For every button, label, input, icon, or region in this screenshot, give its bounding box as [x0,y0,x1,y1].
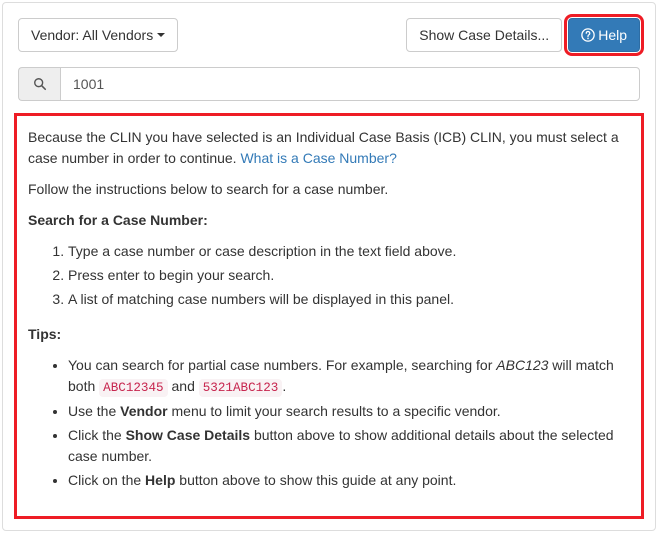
help-panel: Because the CLIN you have selected is an… [18,117,640,515]
main-panel: Vendor: All Vendors Show Case Details...… [2,2,656,531]
search-heading: Search for a Case Number: [28,212,208,228]
tips-list: You can search for partial case numbers.… [28,355,630,491]
vendor-dropdown-label: Vendor: All Vendors [31,25,153,45]
tip-text: . [282,378,286,394]
question-circle-icon [581,28,595,42]
list-item: A list of matching case numbers will be … [68,289,630,310]
tip-strong: Help [145,472,175,488]
what-is-case-number-link[interactable]: What is a Case Number? [240,150,396,166]
tip-strong: Show Case Details [126,427,251,443]
list-item: You can search for partial case numbers.… [68,355,630,398]
list-item: Click on the Help button above to show t… [68,470,630,491]
tip-code: ABC12345 [99,379,167,397]
tip-text: button above to show this guide at any p… [175,472,456,488]
search-input[interactable] [60,67,640,101]
toolbar-right: Show Case Details... Help [406,18,640,52]
tip-strong: Vendor [120,403,167,419]
intro-paragraph: Because the CLIN you have selected is an… [28,127,630,169]
follow-paragraph: Follow the instructions below to search … [28,179,630,200]
tip-term: ABC123 [496,357,548,373]
tips-heading: Tips: [28,326,61,342]
list-item: Type a case number or case description i… [68,241,630,262]
list-item: Click the Show Case Details button above… [68,425,630,467]
tip-text: and [168,378,199,394]
list-item: Use the Vendor menu to limit your search… [68,401,630,422]
list-item: Press enter to begin your search. [68,265,630,286]
search-steps: Type a case number or case description i… [28,241,630,310]
tip-code: 5321ABC123 [199,379,283,397]
help-button[interactable]: Help [568,18,640,52]
caret-down-icon [157,33,165,37]
search-group [18,67,640,101]
tip-text: You can search for partial case numbers.… [68,357,496,373]
tip-text: Use the [68,403,120,419]
show-case-details-button[interactable]: Show Case Details... [406,18,562,52]
tip-text: menu to limit your search results to a s… [168,403,501,419]
help-button-label: Help [598,25,627,45]
vendor-dropdown[interactable]: Vendor: All Vendors [18,18,178,52]
toolbar: Vendor: All Vendors Show Case Details...… [18,18,640,52]
tip-text: Click on the [68,472,145,488]
search-icon [18,67,60,101]
toolbar-left: Vendor: All Vendors [18,18,178,52]
show-case-details-label: Show Case Details... [419,25,549,45]
tip-text: Click the [68,427,126,443]
